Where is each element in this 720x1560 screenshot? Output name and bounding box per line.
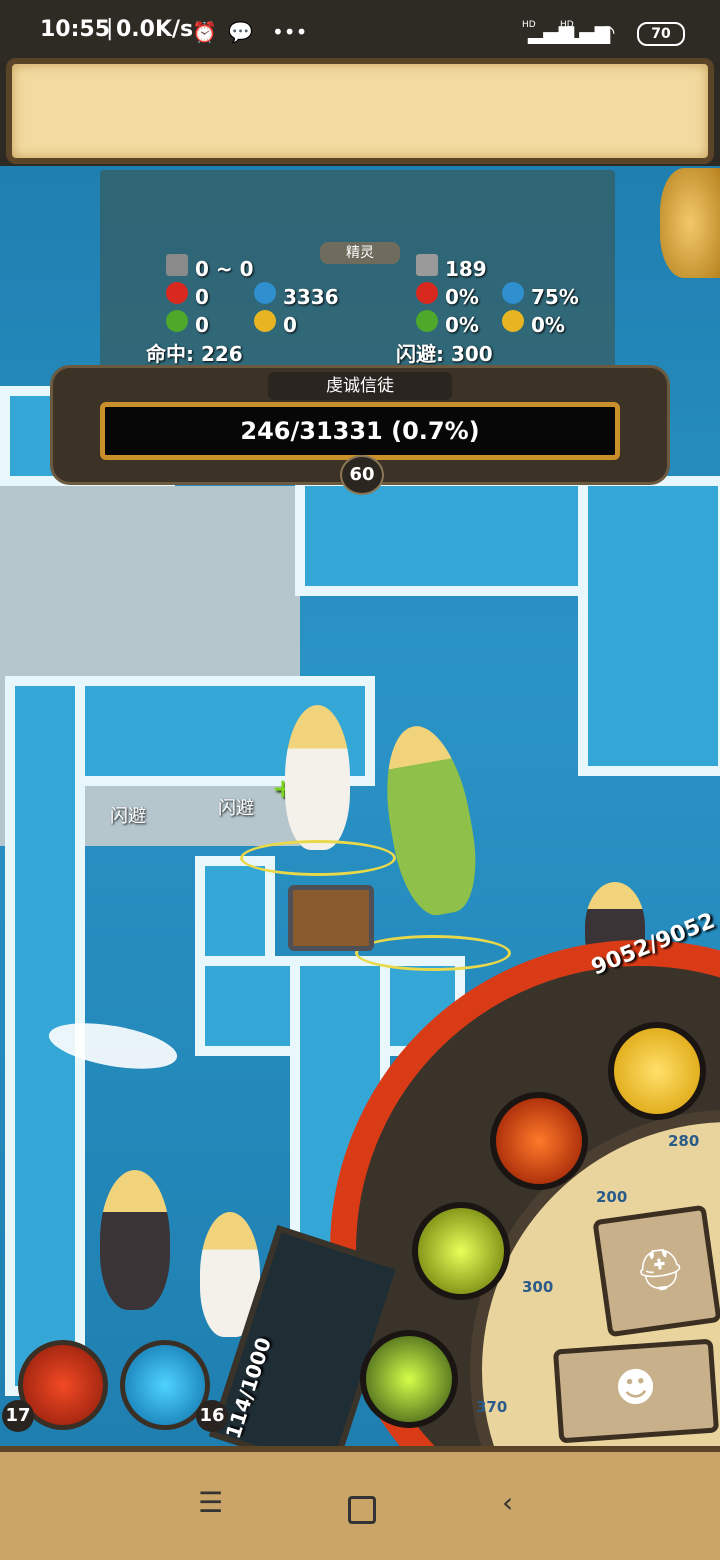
- summon-goblin-skill[interactable]: [608, 1022, 706, 1120]
- character-menu-button[interactable]: ⛑: [592, 1204, 720, 1338]
- bottom-navigation-bar: ☰ ‹: [0, 1446, 720, 1560]
- skill-cost-1: 280: [668, 1132, 700, 1150]
- helmet-icon: ⛑: [632, 1244, 689, 1297]
- wind-skill[interactable]: [360, 1330, 458, 1428]
- skill-cost-3: 300: [522, 1278, 554, 1296]
- red-potion-count: 17: [2, 1400, 34, 1432]
- blue-potion-count: 16: [196, 1400, 228, 1432]
- fire-fist-skill[interactable]: [490, 1092, 588, 1190]
- home-nav-icon[interactable]: [348, 1496, 376, 1524]
- lightning-skill[interactable]: [412, 1202, 510, 1300]
- skill-cost-4: 370: [476, 1398, 508, 1416]
- back-nav-icon[interactable]: ‹: [502, 1486, 513, 1519]
- menu-nav-icon[interactable]: ☰: [198, 1486, 223, 1519]
- shop-menu-button[interactable]: ☻: [552, 1338, 720, 1444]
- bag-icon: ☻: [613, 1363, 659, 1413]
- skill-cost-2: 200: [596, 1188, 628, 1206]
